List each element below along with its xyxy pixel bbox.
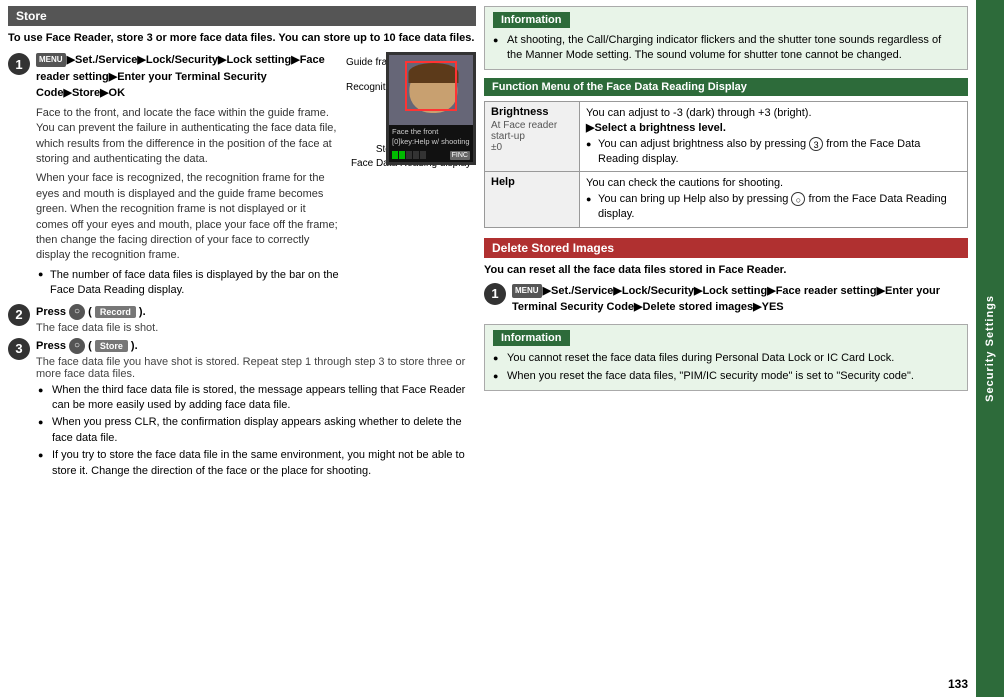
step-2: 2 Press ○ ( Record ). The face data file… (8, 304, 476, 334)
step-2-desc: The face data file is shot. (36, 322, 158, 334)
left-column: Store To use Face Reader, store 3 or mor… (8, 6, 476, 691)
delete-step-1-number: 1 (484, 283, 506, 305)
step-1-number: 1 (8, 53, 30, 75)
info2-bullet-2: ● When you reset the face data files, "P… (493, 369, 959, 384)
func-desc-brightness: You can adjust to -3 (dark) through +3 (… (580, 101, 968, 172)
func-desc-help: You can check the cautions for shooting.… (580, 172, 968, 227)
info2-bullet-1: ● You cannot reset the face data files d… (493, 351, 959, 366)
step-1-desc: Face to the front, and locate the face w… (36, 106, 340, 168)
step-3-desc: The face data file you have shot is stor… (36, 356, 476, 380)
func-row-brightness: Brightness At Face readerstart-up±0 You … (485, 101, 968, 172)
info-title-2: Information (493, 330, 570, 346)
step-2-number: 2 (8, 304, 30, 326)
step-1: 1 MENU▶Set./Service▶Lock/Security▶Lock s… (8, 52, 476, 298)
step-2-content: Press ○ ( Record ). The face data file i… (36, 304, 158, 334)
step-1-content: MENU▶Set./Service▶Lock/Security▶Lock set… (36, 52, 340, 298)
face-display-box: Face the front[0]key:Help w/ shooting (386, 52, 476, 165)
store-section-title: Store (8, 6, 476, 26)
step-1-path: MENU▶Set./Service▶Lock/Security▶Lock set… (36, 52, 340, 102)
step-3-content: Press ○ ( Store ). The face data file yo… (36, 338, 476, 479)
step-1-bullet1: ● The number of face data files is displ… (36, 268, 340, 299)
func-menu-title: Function Menu of the Face Data Reading D… (484, 78, 968, 96)
intro-text: To use Face Reader, store 3 or more face… (8, 31, 476, 46)
function-table: Brightness At Face readerstart-up±0 You … (484, 101, 968, 228)
sidebar: Security Settings (976, 0, 1004, 697)
delete-step-1: 1 MENU▶Set./Service▶Lock/Security▶Lock s… (484, 283, 968, 316)
step-3-bullet1: ● When the third face data file is store… (36, 383, 476, 414)
step-1-desc2: When your face is recognized, the recogn… (36, 171, 340, 263)
info-bullet-1: ● At shooting, the Call/Charging indicat… (493, 33, 959, 64)
func-row-help: Help You can check the cautions for shoo… (485, 172, 968, 227)
step-3-bullet3: ● If you try to store the face data file… (36, 448, 476, 479)
func-name-brightness: Brightness At Face readerstart-up±0 (485, 101, 580, 172)
delete-intro: You can reset all the face data files st… (484, 263, 968, 278)
right-column: Information ● At shooting, the Call/Char… (484, 6, 968, 691)
info-box-2: Information ● You cannot reset the face … (484, 324, 968, 391)
step-3: 3 Press ○ ( Store ). The face data file … (8, 338, 476, 479)
delete-section-title: Delete Stored Images (484, 238, 968, 258)
func-name-help: Help (485, 172, 580, 227)
step-3-bullet2: ● When you press CLR, the confirmation d… (36, 415, 476, 446)
page-number: 133 (948, 677, 968, 691)
delete-step-1-path: MENU▶Set./Service▶Lock/Security▶Lock set… (512, 283, 968, 316)
info-box-1: Information ● At shooting, the Call/Char… (484, 6, 968, 70)
face-diagram: Guide frame Recognition frame (346, 52, 476, 170)
info-title-1: Information (493, 12, 570, 28)
step-3-number: 3 (8, 338, 30, 360)
sidebar-label: Security Settings (984, 295, 996, 402)
